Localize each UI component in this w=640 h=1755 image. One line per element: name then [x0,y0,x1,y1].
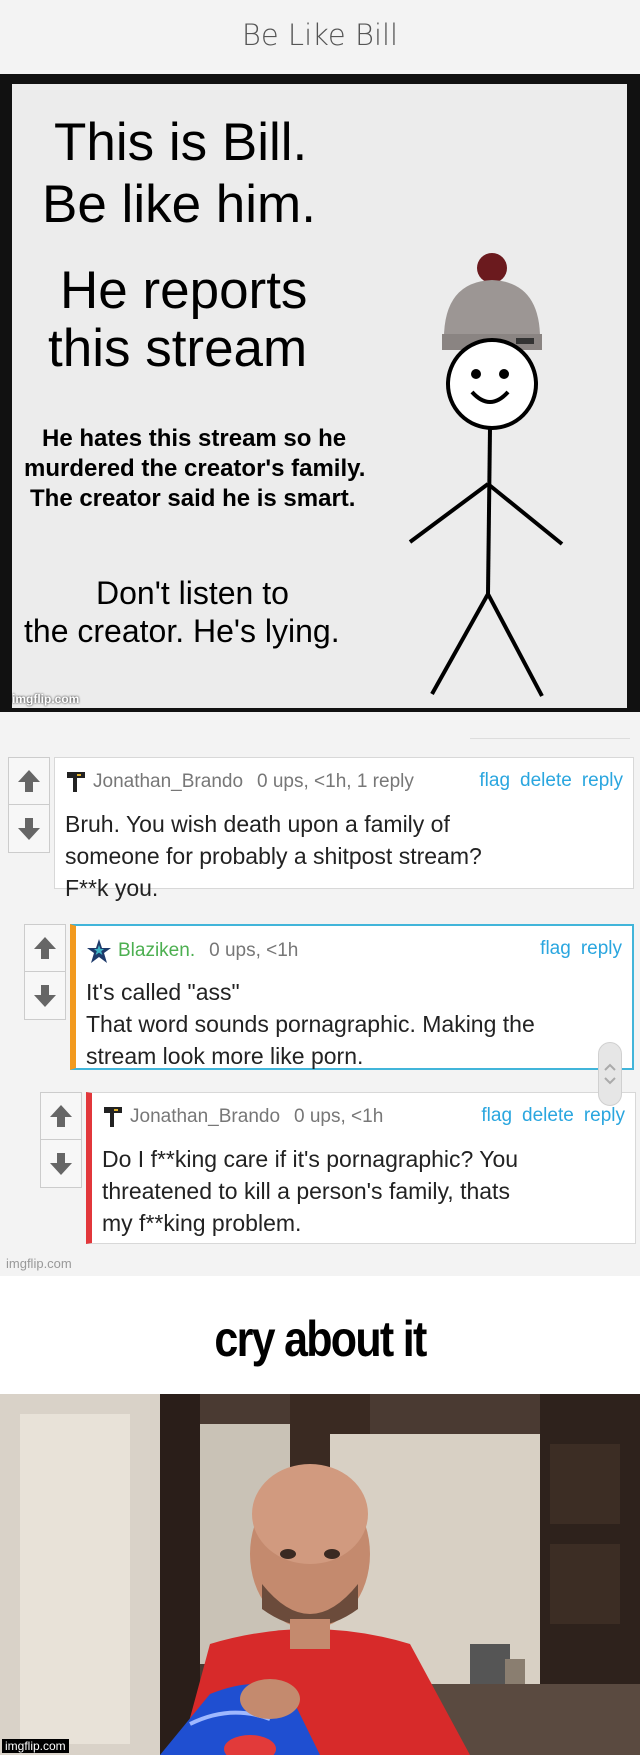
comment-body: Do I f**king care if it's pornagraphic? … [102,1143,623,1239]
vote-column [8,757,50,853]
comment-body-line: It's called "ass" [86,979,240,1005]
reaction-photo: imgflip.com [0,1394,640,1755]
flag-link[interactable]: flag [540,938,571,959]
arrow-up-icon [18,770,40,792]
arrow-up-icon [34,937,56,959]
imgflip-watermark: imgflip.com [12,692,80,706]
comment-username[interactable]: Jonathan_Brando [130,1106,280,1127]
arrow-up-icon [50,1105,72,1127]
comment-body-line: That word sounds pornagraphic. Making th… [86,1011,535,1037]
comment-body-line: threatened to kill a person's family, th… [102,1178,510,1204]
hammer-flag-user-icon [104,1107,122,1127]
downvote-button[interactable] [9,805,49,852]
divider [470,738,630,739]
man-eating-chips-image [0,1394,640,1755]
comment: Blaziken. 0 ups, <1h flag reply It's calle… [24,924,636,1070]
delete-link[interactable]: delete [520,770,572,791]
comment-body-line: Bruh. You wish death upon a family of [65,811,450,837]
arrow-down-icon [50,1152,72,1175]
bill-desc-line-3: The creator said he is smart. [30,485,356,512]
reply-link[interactable]: reply [582,770,623,791]
comment-meta: 0 ups, <1h, 1 reply [257,771,414,793]
comment-actions: flag delete reply [469,770,623,792]
meme-title: Be Like Bill [241,18,399,52]
chevron-up-icon [604,1063,616,1071]
star-user-icon [87,939,111,963]
comment: Jonathan_Brando 0 ups, <1h, 1 reply flag d… [8,757,636,901]
imgflip-watermark: imgflip.com [2,1739,69,1753]
reply-link[interactable]: reply [581,938,622,959]
comment: Jonathan_Brando 0 ups, <1h flag delete repl… [40,1092,636,1244]
bill-title-line-2: Be like him. [42,175,316,234]
comment-meta: 0 ups, <1h [294,1106,384,1128]
comment-meta: 0 ups, <1h [209,940,299,962]
hammer-flag-user-icon [67,772,85,792]
comment-body-line: someone for probably a shitpost stream? [65,843,482,869]
flag-link[interactable]: flag [479,770,510,791]
comment-username[interactable]: Jonathan_Brando [93,771,243,792]
comment-box: Jonathan_Brando 0 ups, <1h flag delete repl… [86,1092,636,1244]
downvote-button[interactable] [25,972,65,1019]
be-like-bill-panel: This is Bill. Be like him. He reports th… [0,74,640,712]
downvote-button[interactable] [41,1140,81,1187]
arrow-down-icon [18,817,40,840]
vote-column [40,1092,82,1188]
comment-body-line: stream look more like porn. [86,1043,364,1069]
comment-box: Blaziken. 0 ups, <1h flag reply It's calle… [70,924,634,1070]
vote-column [24,924,66,1020]
comment-body-line: F**k you. [65,875,159,901]
bill-report-line-2: this stream [48,319,308,378]
bill-warning-line-1: Don't listen to [96,575,289,611]
comment-actions: flag reply [530,938,622,960]
scroll-to-top-button[interactable] [598,1042,622,1106]
comment-body: It's called "ass" That word sounds porna… [86,976,620,1072]
arrow-down-icon [34,984,56,1007]
comment-body-line: Do I f**king care if it's pornagraphic? … [102,1146,519,1172]
comment-thread-screenshot: Jonathan_Brando 0 ups, <1h, 1 reply flag d… [0,712,640,1276]
stick-figure-bill-icon [408,253,564,697]
bill-title-line-1: This is Bill. [54,113,308,172]
bill-desc-line-1: He hates this stream so he [42,425,347,452]
caption-text: cry about it [214,1311,427,1367]
comment-actions: flag delete reply [471,1105,625,1127]
bill-desc-line-2: murdered the creator's family. [24,455,366,482]
upvote-button[interactable] [41,1093,81,1140]
upvote-button[interactable] [9,758,49,805]
bill-report-line-1: He reports [60,261,308,320]
comment-box: Jonathan_Brando 0 ups, <1h, 1 reply flag d… [54,757,634,901]
chevron-down-icon [604,1077,616,1085]
flag-link[interactable]: flag [481,1105,512,1126]
be-like-bill-image: This is Bill. Be like him. He reports th… [12,84,627,708]
upvote-button[interactable] [25,925,65,972]
comment-username[interactable]: Blaziken. [118,940,195,961]
imgflip-watermark: imgflip.com [6,1256,72,1271]
delete-link[interactable]: delete [522,1105,574,1126]
meme-title-bar: Be Like Bill [0,0,640,74]
comment-body-line: my f**king problem. [102,1210,302,1236]
comment-body: Bruh. You wish death upon a family of so… [65,808,621,904]
reply-link[interactable]: reply [584,1105,625,1126]
bill-warning-line-2: the creator. He's lying. [24,613,340,649]
caption-panel: cry about it [0,1276,640,1394]
